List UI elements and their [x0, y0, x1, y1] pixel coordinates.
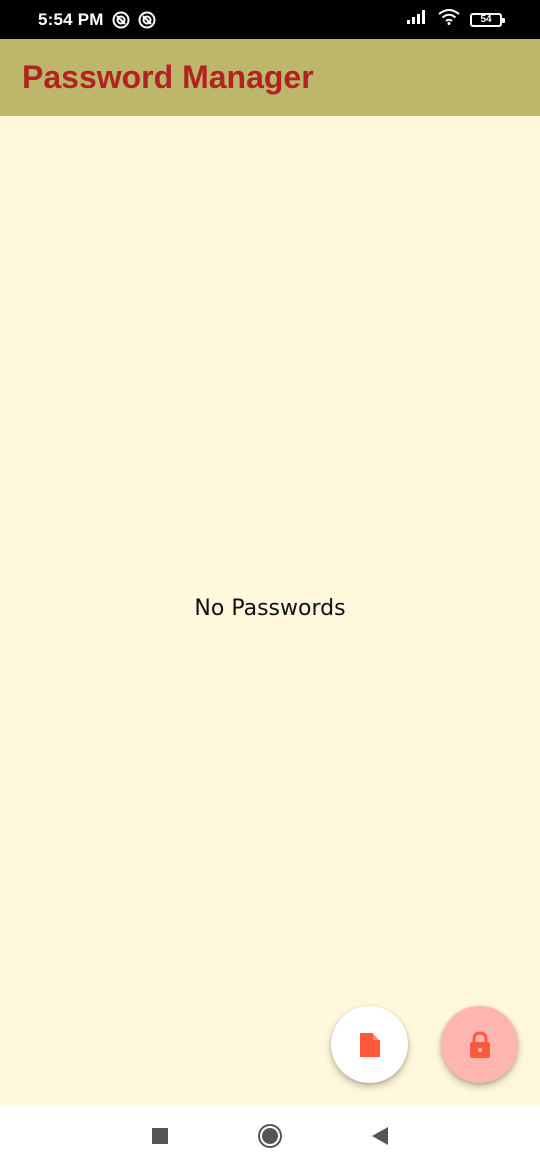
- status-time: 5:54 PM: [38, 9, 104, 29]
- sync-icon: [112, 11, 130, 29]
- recents-button[interactable]: [145, 1123, 175, 1153]
- battery-level: 54: [480, 14, 492, 25]
- status-left-group: 5:54 PM: [38, 10, 156, 30]
- recents-icon: [151, 1127, 169, 1150]
- back-icon: [371, 1126, 389, 1151]
- system-nav-bar: [0, 1106, 540, 1170]
- status-bar: 5:54 PM 54: [0, 0, 540, 39]
- add-file-button[interactable]: [331, 1006, 408, 1083]
- back-button[interactable]: [365, 1123, 395, 1153]
- home-icon: [257, 1123, 283, 1154]
- home-button[interactable]: [255, 1123, 285, 1153]
- app-bar: Password Manager: [0, 39, 540, 116]
- lock-icon: [468, 1030, 492, 1059]
- wifi-icon: [438, 9, 460, 30]
- file-icon: [358, 1031, 382, 1059]
- sync-icon: [138, 11, 156, 29]
- status-right-group: 54: [406, 9, 505, 30]
- signal-icon: [406, 9, 428, 30]
- app-title: Password Manager: [22, 59, 314, 95]
- lock-button[interactable]: [441, 1006, 518, 1083]
- empty-state-message: No Passwords: [194, 596, 346, 621]
- app-screen: 5:54 PM 54 Password Manager No Passwords: [0, 0, 540, 1170]
- battery-icon: 54: [470, 12, 505, 27]
